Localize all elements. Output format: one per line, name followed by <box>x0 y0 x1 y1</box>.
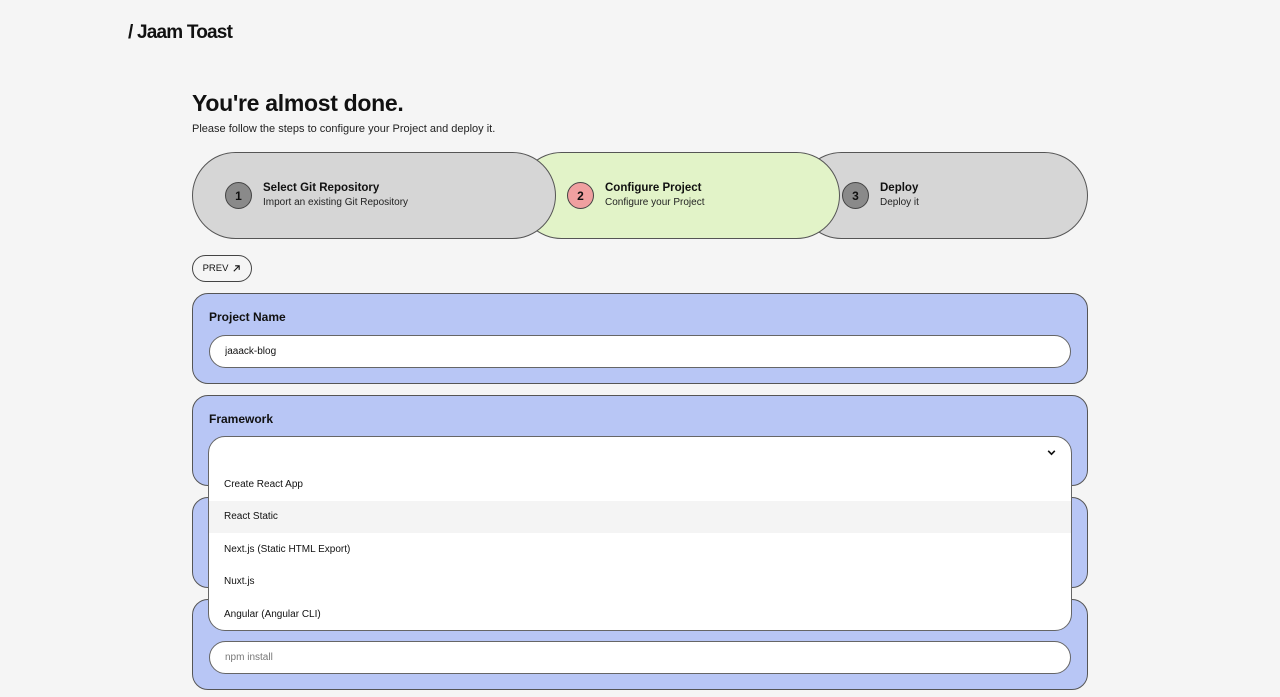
step-title: Deploy <box>880 182 919 194</box>
step-deploy: 3 Deploy Deploy it <box>798 152 1088 239</box>
step-title: Select Git Repository <box>263 182 380 194</box>
install-command-input[interactable] <box>209 641 1071 674</box>
step-number: 3 <box>842 182 869 209</box>
step-configure-project: 2 Configure Project Configure your Proje… <box>518 152 840 239</box>
prev-button[interactable]: PREV <box>192 255 252 282</box>
step-title: Configure Project <box>605 182 702 194</box>
project-name-panel: Project Name <box>192 293 1088 384</box>
project-name-input[interactable] <box>209 335 1071 368</box>
step-number: 2 <box>567 182 594 209</box>
chevron-down-icon <box>1047 450 1056 456</box>
framework-label: Framework <box>209 412 274 426</box>
step-description: Configure your Project <box>605 197 705 208</box>
step-description: Import an existing Git Repository <box>263 197 409 208</box>
stepper: 1 Select Git Repository Import an existi… <box>192 152 1088 239</box>
framework-option[interactable]: Next.js (Static HTML Export) <box>209 533 1071 566</box>
page-title: You're almost done. <box>192 90 404 116</box>
page-subtitle: Please follow the steps to configure you… <box>192 123 496 135</box>
framework-option[interactable]: Create React App <box>209 468 1071 501</box>
step-number: 1 <box>225 182 252 209</box>
step-description: Deploy it <box>880 197 919 208</box>
step-select-repository: 1 Select Git Repository Import an existi… <box>192 152 556 239</box>
framework-select[interactable]: Create React App React Static Next.js (S… <box>208 436 1072 631</box>
project-name-label: Project Name <box>209 310 286 324</box>
arrow-up-right-icon <box>233 265 241 272</box>
framework-option[interactable]: React Static <box>209 500 1071 533</box>
framework-select-trigger[interactable] <box>209 437 1071 468</box>
prev-button-label: PREV <box>202 263 229 274</box>
framework-option[interactable]: Nuxt.js <box>209 566 1071 599</box>
logo[interactable]: / Jaam Toast <box>128 22 233 44</box>
framework-option[interactable]: Angular (Angular CLI) <box>209 598 1071 630</box>
